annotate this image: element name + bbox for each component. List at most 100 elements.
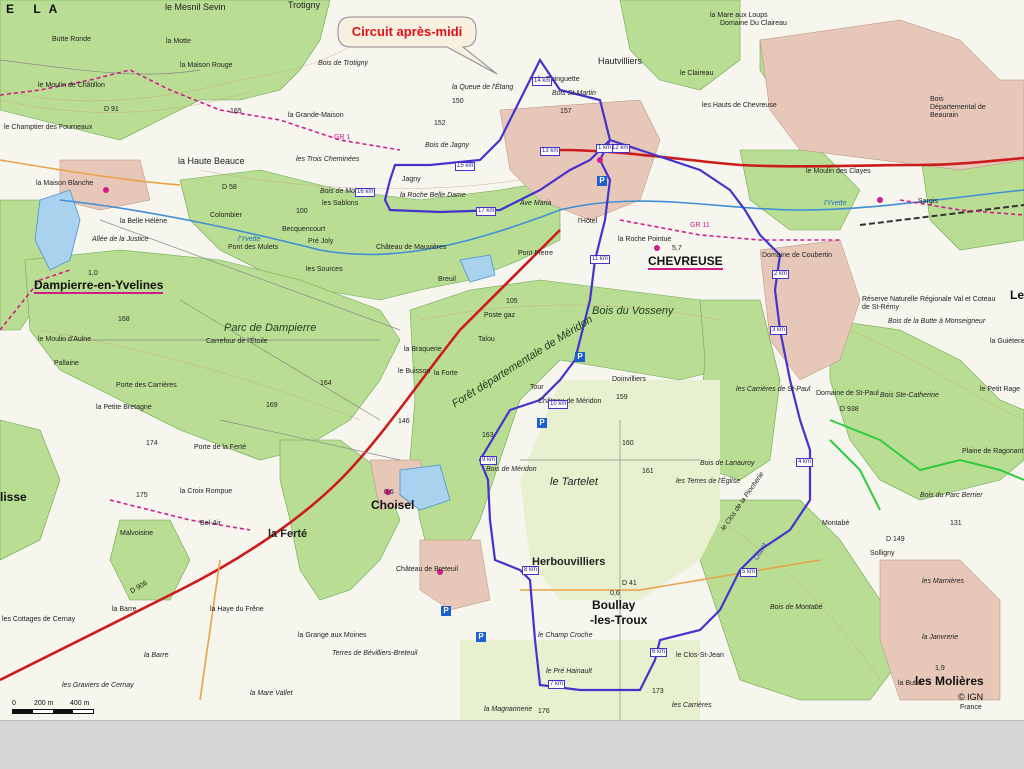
altitude-label: 159 [616, 394, 628, 401]
altitude-label: 173 [652, 688, 664, 695]
km-marker: 13 km [540, 147, 561, 156]
km-marker: 3 km [770, 326, 788, 335]
place-moulin-chatillon: le Moulin de Châtillon [38, 82, 105, 89]
km-marker: 15 km [455, 162, 476, 171]
place-plaine-ragonant: Plaine de Ragonant [962, 448, 1024, 455]
place-marnieres: les Marnières [922, 578, 965, 585]
population-molieres: 1,9 [935, 665, 945, 672]
place-pre-hainault: le Pré Hainault [546, 668, 592, 675]
town-boullay-line2[interactable]: -les-Troux [590, 614, 647, 626]
place-solligny: Solligny [870, 550, 895, 557]
altitude-label: 175 [136, 492, 148, 499]
parking-icon: P [537, 418, 547, 428]
altitude-label: 160 [622, 440, 634, 447]
village-herbouvilliers[interactable]: Herbouvilliers [532, 556, 605, 568]
place-becquencourt: Becquencourt [282, 226, 326, 233]
place-pre-joly: Pré Joly [308, 238, 334, 245]
altitude-label: 131 [950, 520, 962, 527]
altitude-label: 105 [506, 298, 518, 305]
place-porte-carrieres: Porte des Carrières [116, 382, 177, 389]
scale-end: 400 m [70, 700, 90, 707]
altitude-label: 174 [146, 440, 158, 447]
place-carrieres-st-paul: les Carrières de St-Paul [736, 386, 811, 393]
road-d149: D 149 [886, 536, 905, 543]
place-croix-rompue: la Croix Rompue [180, 488, 233, 495]
place-haye-frene: la Haye du Frêne [210, 606, 264, 613]
place-belle-helene: la Belle Hélène [120, 218, 168, 225]
place-les-carrieres: les Carrières [672, 702, 712, 709]
road-d41: D 41 [622, 580, 637, 587]
place-ave-maria: Ave Maria [520, 200, 552, 207]
place-moulin-aulne: le Moulin d'Aulne [38, 336, 92, 343]
scale-zero: 0 [12, 700, 16, 707]
place-trotigny: Trotigny [288, 0, 321, 10]
forest-bois-vosseny: Bois du Vosseny [592, 305, 674, 317]
place-buisson: le Buisson [398, 368, 431, 375]
place-maison-blanche: la Maison Blanche [36, 180, 94, 187]
altitude-label: 165 [230, 108, 242, 115]
place-bel-air: Bel-Air [200, 520, 222, 527]
place-bois-st-martin: Bois St-Martin [552, 90, 596, 97]
place-doinvilliers: Doinvilliers [612, 376, 646, 383]
place-bois-lanauroy: Bois de Lanauroy [700, 460, 755, 467]
place-petite-bretagne: la Petite Bretagne [96, 404, 152, 411]
place-bois-butte-monseigneur: Bois de la Butte à Monseigneur [888, 318, 986, 325]
place-montabe: Montabé [822, 520, 850, 527]
altitude-label: 152 [434, 120, 446, 127]
place-sargis: Sargis [918, 198, 938, 205]
town-chevreuse[interactable]: CHEVREUSE [648, 254, 723, 270]
callout-title: Circuit après-midi [351, 24, 463, 39]
km-marker: 10 km [548, 400, 569, 409]
town-choisel[interactable]: Choisel [371, 499, 414, 511]
road-d58: D 58 [222, 184, 237, 191]
place-clos-st-jean: le Clos-St-Jean [676, 652, 724, 659]
town-molieres[interactable]: les Molières [915, 675, 984, 687]
edge-text: E LA [6, 2, 66, 16]
circuit-callout: Circuit après-midi [337, 16, 498, 75]
km-marker: 4 km [796, 458, 814, 467]
km-marker: 5 km [740, 568, 758, 577]
trail-gr11: GR 11 [690, 222, 710, 229]
place-hauts-chevreuse: les Hauts de Chevreuse [702, 102, 777, 109]
parking-icon: P [441, 606, 451, 616]
place-roche-pointue: la Roche Pointue [618, 236, 672, 243]
bottom-panel [0, 720, 1024, 769]
population-boullay: 0,6 [610, 590, 620, 597]
place-magnannerie: la Magnannerie [484, 706, 533, 713]
place-champ-croche: le Champ Croche [538, 632, 593, 639]
km-marker: 6 km [650, 648, 668, 657]
town-boullay-line1[interactable]: Boullay [592, 599, 635, 611]
place-bois-montabe: Bois de Montabé [770, 604, 823, 611]
km-marker: 7 km [548, 680, 566, 689]
place-moulin-claye: le Moulin des Clayes [806, 168, 871, 175]
town-lisse[interactable]: lisse [0, 491, 27, 503]
place-butte-ronde: Butte Ronde [52, 36, 91, 43]
road-d91: D 91 [104, 106, 119, 113]
town-dampierre[interactable]: Dampierre-en-Yvelines [34, 278, 164, 294]
place-claireau: le Claireau [680, 70, 714, 77]
altitude-label: 161 [642, 468, 654, 475]
place-cottages-cernay: les Cottages de Cernay [2, 616, 76, 623]
place-domaine-claireau: Domaine Du Claireau [720, 20, 787, 27]
scale-graphic [12, 709, 94, 714]
place-le-tartelet: le Tartelet [550, 476, 598, 488]
river-yvette-west: l'Yvette [238, 236, 261, 243]
topographic-map[interactable]: Dampierre-en-Yvelines CHEVREUSE Choisel … [0, 0, 1024, 720]
population-choisel: 0,6 [384, 489, 394, 496]
km-marker: 1 km [596, 144, 614, 153]
km-marker: 9 km [480, 456, 498, 465]
altitude-label: 169 [266, 402, 278, 409]
place-carrefour-etoile: Carrefour de l'Étoile [206, 338, 268, 345]
km-marker: 12 km [610, 144, 631, 153]
trail-gr1: GR 1 [334, 134, 351, 141]
place-bois-ste-catherine: Bois Ste-Catherine [880, 392, 939, 399]
town-le[interactable]: Le [1010, 289, 1024, 301]
place-jagny: Jagny [402, 176, 421, 183]
place-porte-ferte: Porte de la Ferté [194, 444, 247, 451]
population-chevreuse: 5,7 [672, 245, 682, 252]
village-la-ferte[interactable]: la Ferté [268, 528, 307, 540]
place-bois-parc-berrier: Bois du Parc Berrier [920, 492, 983, 499]
place-chateau-mauvieres: Château de Mauvières [376, 244, 447, 251]
place-roche-belle-dame: la Roche Belle Dame [400, 192, 466, 199]
place-guieterie: la Guiéterie [990, 338, 1024, 345]
